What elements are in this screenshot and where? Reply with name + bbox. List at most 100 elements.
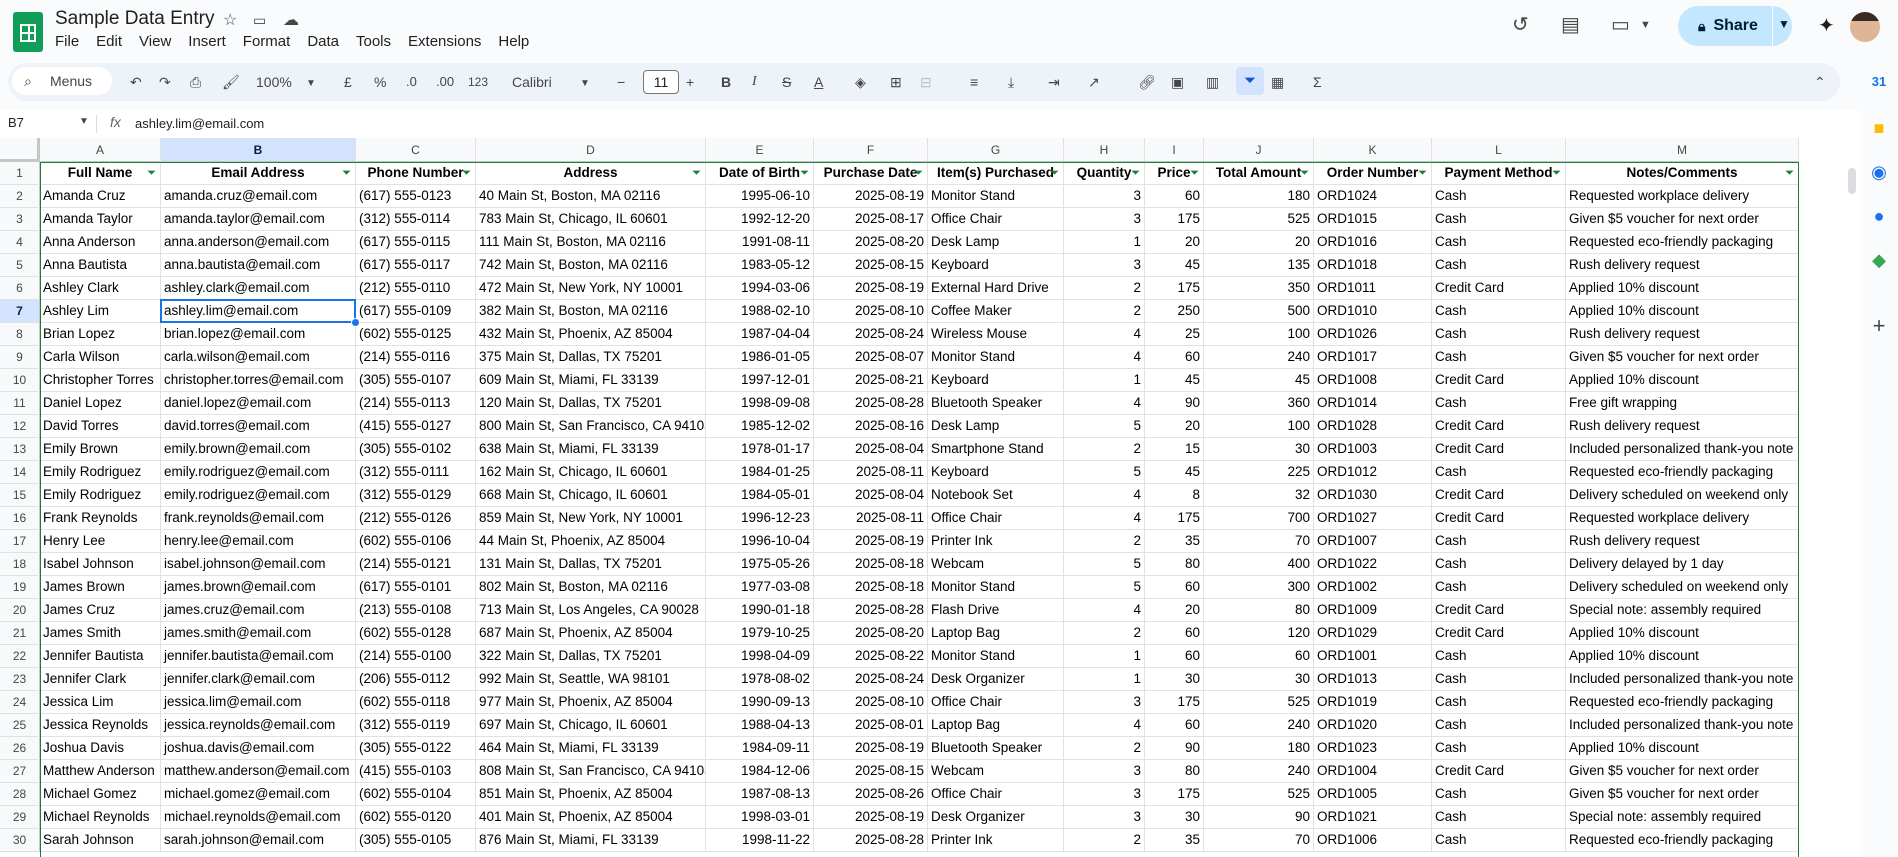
sheets-logo-icon[interactable] <box>13 12 43 52</box>
table-cell[interactable]: Jennifer Bautista <box>40 645 161 668</box>
table-cell[interactable]: 5 <box>1064 461 1145 484</box>
table-cell[interactable]: michael.gomez@email.com <box>161 783 356 806</box>
font-caret-icon[interactable]: ▼ <box>580 75 590 93</box>
name-box-caret-icon[interactable]: ▼ <box>79 116 89 127</box>
table-cell[interactable]: Jessica Lim <box>40 691 161 714</box>
table-cell[interactable]: 1997-12-01 <box>706 369 814 392</box>
table-cell[interactable]: christopher.torres@email.com <box>161 369 356 392</box>
table-cell[interactable]: (214) 555-0113 <box>356 392 476 415</box>
table-cell[interactable]: 1 <box>1064 668 1145 691</box>
table-cell[interactable]: Credit Card <box>1432 507 1566 530</box>
table-cell[interactable]: 35 <box>1145 530 1204 553</box>
header-cell[interactable]: Price ⏷ <box>1145 162 1204 185</box>
menu-help[interactable]: Help <box>498 33 537 50</box>
table-cell[interactable]: Bluetooth Speaker <box>928 737 1064 760</box>
column-header-k[interactable]: K <box>1314 138 1432 162</box>
column-header-h[interactable]: H <box>1064 138 1145 162</box>
table-cell[interactable]: ORD1017 <box>1314 346 1432 369</box>
table-cell[interactable]: Credit Card <box>1432 369 1566 392</box>
table-cell[interactable]: 45 <box>1145 254 1204 277</box>
table-cell[interactable]: 60 <box>1145 714 1204 737</box>
table-cell[interactable]: 2025-08-18 <box>814 576 928 599</box>
table-cell[interactable]: 2025-08-19 <box>814 806 928 829</box>
table-cell[interactable]: matthew.anderson@email.com <box>161 760 356 783</box>
meet-video-icon[interactable]: ▭ <box>1611 12 1630 37</box>
table-cell[interactable]: Free gift wrapping <box>1566 392 1799 415</box>
table-cell[interactable]: 30 <box>1145 806 1204 829</box>
filter-dropdown-icon[interactable]: ⏷ <box>1418 162 1427 184</box>
table-cell[interactable]: 1975-05-26 <box>706 553 814 576</box>
table-cell[interactable]: (213) 555-0108 <box>356 599 476 622</box>
table-cell[interactable]: 2025-08-22 <box>814 645 928 668</box>
header-cell[interactable]: Email Address ⏷ <box>161 162 356 185</box>
table-cell[interactable]: ORD1028 <box>1314 415 1432 438</box>
number-format-button[interactable]: 123 <box>468 73 488 91</box>
menu-file[interactable]: File <box>55 33 87 50</box>
table-cell[interactable]: 525 <box>1204 208 1314 231</box>
table-cell[interactable]: ORD1020 <box>1314 714 1432 737</box>
table-cell[interactable]: 80 <box>1145 760 1204 783</box>
table-cell[interactable]: (214) 555-0116 <box>356 346 476 369</box>
row-header[interactable]: 11 <box>0 392 40 415</box>
table-cell[interactable]: 45 <box>1145 369 1204 392</box>
table-cell[interactable]: 700 <box>1204 507 1314 530</box>
table-cell[interactable]: 175 <box>1145 208 1204 231</box>
row-header[interactable]: 2 <box>0 185 40 208</box>
table-cell[interactable]: Cash <box>1432 645 1566 668</box>
table-cell[interactable]: Amanda Taylor <box>40 208 161 231</box>
table-cell[interactable]: ORD1021 <box>1314 806 1432 829</box>
table-cell[interactable]: joshua.davis@email.com <box>161 737 356 760</box>
table-cell[interactable]: External Hard Drive <box>928 277 1064 300</box>
table-cell[interactable]: 1987-04-04 <box>706 323 814 346</box>
table-cell[interactable]: 120 Main St, Dallas, TX 75201 <box>476 392 706 415</box>
meet-caret-icon[interactable]: ▼ <box>1640 19 1651 31</box>
table-cell[interactable]: 3 <box>1064 254 1145 277</box>
row-header[interactable]: 12 <box>0 415 40 438</box>
table-cell[interactable]: 20 <box>1145 231 1204 254</box>
table-cell[interactable]: Keyboard <box>928 254 1064 277</box>
row-header[interactable]: 4 <box>0 231 40 254</box>
table-cell[interactable]: ORD1026 <box>1314 323 1432 346</box>
row-header[interactable]: 26 <box>0 737 40 760</box>
table-cell[interactable]: Anna Anderson <box>40 231 161 254</box>
row-header[interactable]: 22 <box>0 645 40 668</box>
row-header[interactable]: 13 <box>0 438 40 461</box>
table-cell[interactable]: 30 <box>1204 438 1314 461</box>
table-cell[interactable]: Desk Lamp <box>928 231 1064 254</box>
filter-dropdown-icon[interactable]: ⏷ <box>1785 162 1794 184</box>
table-cell[interactable]: Requested workplace delivery <box>1566 507 1799 530</box>
decrease-font-size-icon[interactable]: − <box>617 73 625 91</box>
table-cell[interactable]: Special note: assembly required <box>1566 599 1799 622</box>
table-cell[interactable]: (602) 555-0120 <box>356 806 476 829</box>
table-cell[interactable]: Cash <box>1432 530 1566 553</box>
table-cell[interactable]: 2025-08-20 <box>814 622 928 645</box>
table-cell[interactable]: 1991-08-11 <box>706 231 814 254</box>
filter-dropdown-icon[interactable]: ⏷ <box>800 162 809 184</box>
vertical-scrollbar[interactable] <box>1846 162 1858 852</box>
table-cell[interactable]: (602) 555-0125 <box>356 323 476 346</box>
row-header[interactable]: 28 <box>0 783 40 806</box>
table-cell[interactable]: Cash <box>1432 668 1566 691</box>
table-cell[interactable]: Credit Card <box>1432 438 1566 461</box>
share-button[interactable]: 🔒︎ Share ▼ <box>1678 6 1792 46</box>
cloud-status-icon[interactable]: ☁ <box>283 10 299 30</box>
table-cell[interactable]: Matthew Anderson <box>40 760 161 783</box>
fill-color-icon[interactable]: ◈ <box>855 73 866 91</box>
row-header[interactable]: 1 <box>0 162 40 185</box>
vertical-align-icon[interactable]: ⤓ <box>1008 73 1014 91</box>
table-cell[interactable]: 4 <box>1064 484 1145 507</box>
table-cell[interactable]: Cash <box>1432 576 1566 599</box>
table-cell[interactable]: 2025-08-16 <box>814 415 928 438</box>
table-cell[interactable]: 2025-08-19 <box>814 530 928 553</box>
avatar[interactable] <box>1850 12 1880 42</box>
table-cell[interactable]: ORD1029 <box>1314 622 1432 645</box>
table-cell[interactable]: Isabel Johnson <box>40 553 161 576</box>
table-cell[interactable]: 2025-08-15 <box>814 760 928 783</box>
table-cell[interactable]: anna.anderson@email.com <box>161 231 356 254</box>
table-cell[interactable]: 90 <box>1145 392 1204 415</box>
table-cell[interactable]: 100 <box>1204 323 1314 346</box>
table-cell[interactable]: Requested eco-friendly packaging <box>1566 691 1799 714</box>
table-cell[interactable]: 225 <box>1204 461 1314 484</box>
table-cell[interactable]: Flash Drive <box>928 599 1064 622</box>
table-cell[interactable]: Emily Brown <box>40 438 161 461</box>
